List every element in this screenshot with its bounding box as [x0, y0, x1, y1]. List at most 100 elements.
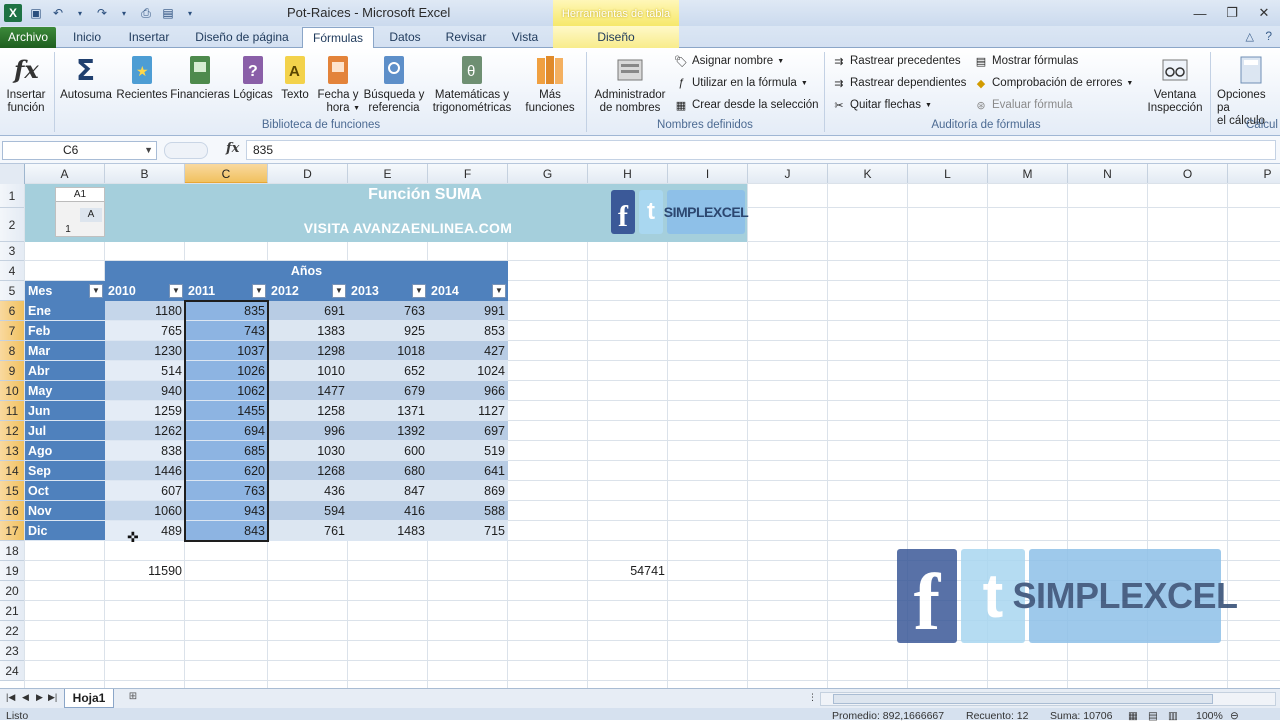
- table-cell[interactable]: 519: [428, 441, 508, 461]
- table-cell[interactable]: 514: [105, 361, 185, 381]
- redo-dropdown-icon[interactable]: ▾: [116, 5, 132, 21]
- table-header-mes[interactable]: Mes ▼: [25, 281, 105, 301]
- minimize-icon[interactable]: —: [1184, 0, 1216, 26]
- table-cell[interactable]: 761: [268, 521, 348, 541]
- row-header-14[interactable]: 14: [0, 461, 25, 481]
- table-cell[interactable]: 843: [185, 521, 268, 541]
- column-header-g[interactable]: G: [508, 164, 588, 184]
- row-header-3[interactable]: 3: [0, 242, 25, 261]
- table-cell[interactable]: 991: [428, 301, 508, 321]
- column-header-h[interactable]: H: [588, 164, 668, 184]
- redo-icon[interactable]: ↷: [94, 5, 110, 21]
- row-header-18[interactable]: 18: [0, 541, 25, 561]
- filter-dropdown-icon[interactable]: ▼: [252, 284, 266, 298]
- zoom-out-icon[interactable]: ⊖: [1230, 710, 1239, 722]
- table-cell[interactable]: 763: [348, 301, 428, 321]
- row-header-19[interactable]: 19: [0, 561, 25, 581]
- undo-icon[interactable]: ↶: [50, 5, 66, 21]
- tab-diseno[interactable]: Diseño: [553, 26, 679, 48]
- table-cell[interactable]: 1455: [185, 401, 268, 421]
- minimize-ribbon-icon[interactable]: △: [1246, 30, 1254, 43]
- table-row-month[interactable]: Mar: [25, 341, 105, 361]
- name-box[interactable]: C6 ▼: [2, 141, 157, 160]
- table-row-month[interactable]: Jun: [25, 401, 105, 421]
- name-manager-button[interactable]: Administrador de nombres: [590, 54, 670, 115]
- last-sheet-icon[interactable]: ▶|: [48, 692, 57, 703]
- row-header-6[interactable]: 6: [0, 301, 25, 321]
- sheet-tab-hoja1[interactable]: Hoja1: [64, 689, 114, 708]
- formula-input[interactable]: 835: [246, 140, 1276, 160]
- table-cell[interactable]: 691: [268, 301, 348, 321]
- table-cell[interactable]: 869: [428, 481, 508, 501]
- autosum-button[interactable]: Σ Autosuma: [58, 54, 114, 102]
- row-header-7[interactable]: 7: [0, 321, 25, 341]
- table-row-month[interactable]: Abr: [25, 361, 105, 381]
- table-cell[interactable]: 743: [185, 321, 268, 341]
- quick-print-icon[interactable]: ▤: [160, 5, 176, 21]
- column-header-l[interactable]: L: [908, 164, 988, 184]
- page-break-view-icon[interactable]: ▥: [1168, 710, 1178, 722]
- create-from-selection-button[interactable]: ▦ Crear desde la selección: [674, 98, 819, 112]
- column-header-b[interactable]: B: [105, 164, 185, 184]
- column-header-a[interactable]: A: [25, 164, 105, 184]
- recent-button[interactable]: ★ Recientes: [114, 54, 170, 102]
- table-row-month[interactable]: Jul: [25, 421, 105, 441]
- table-cell[interactable]: 694: [185, 421, 268, 441]
- excel-logo-icon[interactable]: X: [4, 4, 22, 22]
- trace-dependents-button[interactable]: ⇉ Rastrear dependientes: [832, 76, 966, 90]
- column-header-i[interactable]: I: [668, 164, 748, 184]
- tab-inicio[interactable]: Inicio: [66, 29, 108, 48]
- table-cell[interactable]: 966: [428, 381, 508, 401]
- row-header-5[interactable]: 5: [0, 281, 25, 301]
- row-header-16[interactable]: 16: [0, 501, 25, 521]
- print-preview-icon[interactable]: ⎙: [138, 5, 154, 21]
- define-name-button[interactable]: 🏷 Asignar nombre ▼: [674, 54, 784, 68]
- customize-qat-icon[interactable]: ▾: [182, 5, 198, 21]
- table-cell[interactable]: 620: [185, 461, 268, 481]
- row-header-15[interactable]: 15: [0, 481, 25, 501]
- table-cell[interactable]: 607: [105, 481, 185, 501]
- insert-sheet-icon[interactable]: ⊞: [124, 691, 142, 706]
- table-cell[interactable]: 1030: [268, 441, 348, 461]
- row-header-12[interactable]: 12: [0, 421, 25, 441]
- table-cell[interactable]: 1010: [268, 361, 348, 381]
- filter-dropdown-icon[interactable]: ▼: [412, 284, 426, 298]
- row-header-17[interactable]: 17: [0, 521, 25, 541]
- row-header-2[interactable]: 2: [0, 208, 25, 242]
- column-header-c[interactable]: C: [185, 164, 268, 184]
- table-cell[interactable]: 925: [348, 321, 428, 341]
- filter-dropdown-icon[interactable]: ▼: [89, 284, 103, 298]
- table-cell[interactable]: 652: [348, 361, 428, 381]
- evaluate-formula-button[interactable]: ⊛ Evaluar fórmula: [974, 98, 1072, 112]
- table-cell[interactable]: 1062: [185, 381, 268, 401]
- tab-insertar[interactable]: Insertar: [122, 29, 176, 48]
- table-row-month[interactable]: Ene: [25, 301, 105, 321]
- insert-function-button[interactable]: fx Insertar función: [4, 54, 48, 115]
- page-layout-view-icon[interactable]: ▤: [1148, 710, 1158, 722]
- table-header-2013[interactable]: 2013 ▼: [348, 281, 428, 301]
- row-header-9[interactable]: 9: [0, 361, 25, 381]
- row-header-20[interactable]: 20: [0, 581, 25, 601]
- table-cell[interactable]: 588: [428, 501, 508, 521]
- column-header-p[interactable]: P: [1228, 164, 1280, 184]
- table-cell[interactable]: 436: [268, 481, 348, 501]
- table-cell[interactable]: 1268: [268, 461, 348, 481]
- row-header-10[interactable]: 10: [0, 381, 25, 401]
- table-row-month[interactable]: Dic: [25, 521, 105, 541]
- table-row-month[interactable]: Nov: [25, 501, 105, 521]
- table-cell[interactable]: 765: [105, 321, 185, 341]
- save-icon[interactable]: ▣: [28, 5, 44, 21]
- table-header-2011[interactable]: 2011 ▼: [185, 281, 268, 301]
- next-sheet-icon[interactable]: ▶: [36, 692, 43, 703]
- worksheet-grid[interactable]: ABCDEFGHIJKLMNOP 1 2 3 4 5 6 7 8 9 10 11 12 13 14 15 16…: [0, 164, 1280, 688]
- date-time-button[interactable]: Fecha y hora ▼: [314, 54, 362, 115]
- calc-options-button[interactable]: Opciones pa el cálculo: [1212, 54, 1280, 128]
- column-header-m[interactable]: M: [988, 164, 1068, 184]
- remove-arrows-button[interactable]: ✂ Quitar flechas ▼: [832, 98, 932, 112]
- table-cell[interactable]: 835: [185, 301, 268, 321]
- row-header-11[interactable]: 11: [0, 401, 25, 421]
- table-cell[interactable]: 679: [348, 381, 428, 401]
- column-header-n[interactable]: N: [1068, 164, 1148, 184]
- select-all-corner[interactable]: [0, 164, 25, 184]
- table-header-2014[interactable]: 2014 ▼: [428, 281, 508, 301]
